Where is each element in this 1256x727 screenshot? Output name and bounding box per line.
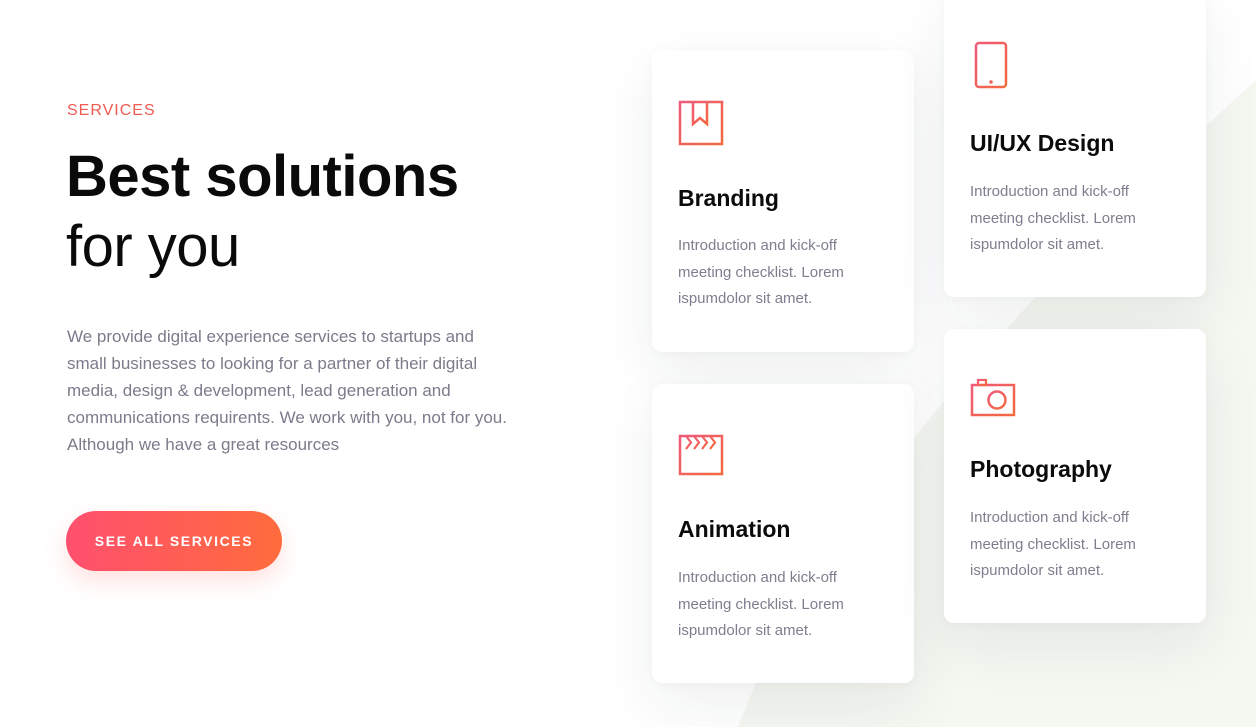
mobile-phone-icon <box>970 41 1016 89</box>
section-description: We provide digital experience services t… <box>67 327 507 454</box>
service-title: Animation <box>678 516 791 542</box>
section-eyebrow: SERVICES <box>67 102 156 119</box>
service-card-uiux-design[interactable]: UI/UX Design Introduction and kick-off m… <box>944 0 1206 297</box>
service-text: Introduction and kick-off meeting checkl… <box>678 569 844 639</box>
clapperboard-icon <box>678 432 724 478</box>
service-title: Branding <box>678 185 779 211</box>
bookmark-icon <box>678 100 724 146</box>
service-card-branding[interactable]: Branding Introduction and kick-off meeti… <box>652 50 914 352</box>
service-text: Introduction and kick-off meeting checkl… <box>970 509 1136 579</box>
service-card-animation[interactable]: Animation Introduction and kick-off meet… <box>652 384 914 683</box>
service-text: Introduction and kick-off meeting checkl… <box>970 183 1136 253</box>
service-title: UI/UX Design <box>970 130 1115 156</box>
service-text: Introduction and kick-off meeting checkl… <box>678 237 844 307</box>
see-all-services-button[interactable]: SEE ALL SERVICES <box>66 511 282 571</box>
camera-icon <box>970 376 1016 422</box>
service-card-photography[interactable]: Photography Introduction and kick-off me… <box>944 329 1206 623</box>
service-title: Photography <box>970 456 1112 482</box>
title-bold-line: Best solutions <box>66 144 459 209</box>
title-light-line: for you <box>66 214 240 279</box>
page-title: Best solutions for you <box>66 142 459 282</box>
